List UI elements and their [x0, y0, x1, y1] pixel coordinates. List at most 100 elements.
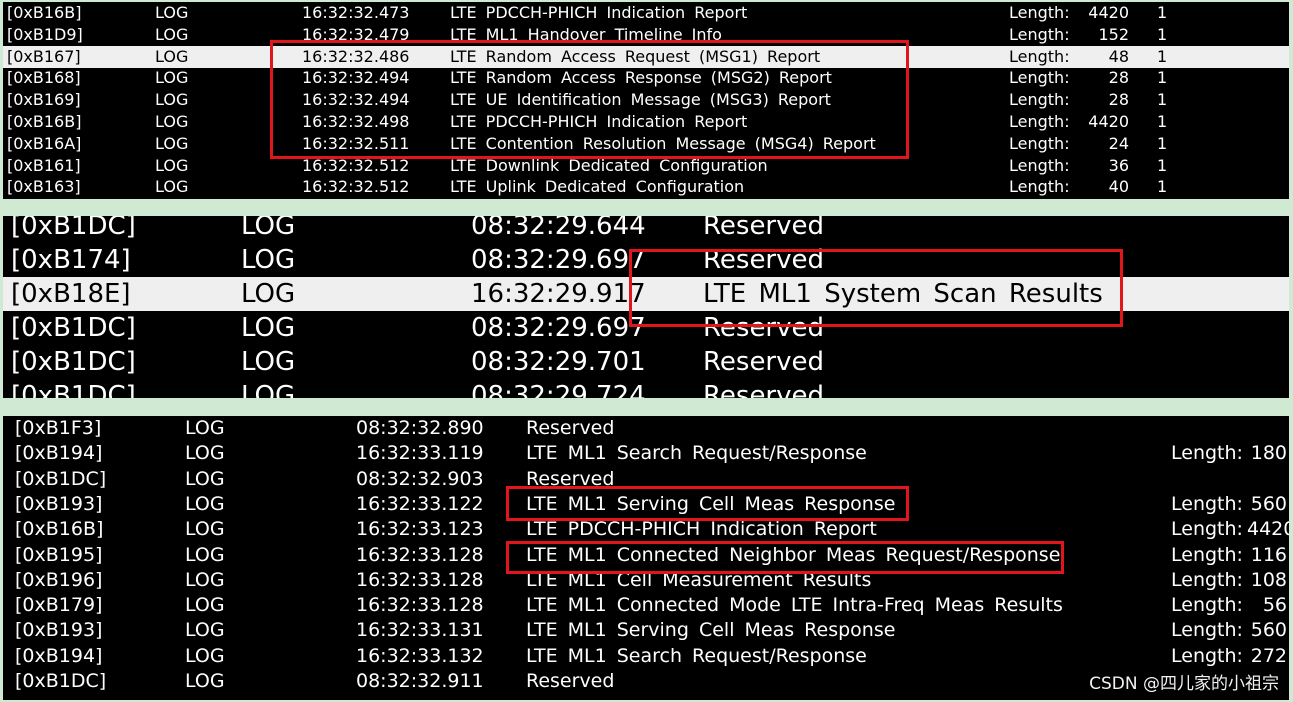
log-row[interactable]: [0xB194] LOG 16:32:33.119 LTE ML1 Search Re…: [3, 441, 1289, 466]
log-description: LTE ML1 Cell Measurement Results: [526, 568, 872, 591]
log-row[interactable]: [0xB1DC] LOG 08:32:29.644 Reserved: [3, 216, 1289, 243]
log-count: 1: [1157, 68, 1168, 88]
log-code: [0xB174]: [11, 245, 131, 275]
screenshot-collage: [0xB16B] LOG 16:32:32.473 LTE PDCCH-PHICH I…: [0, 0, 1293, 702]
log-timestamp: 16:32:32.479: [302, 24, 410, 44]
log-type: LOG: [185, 467, 225, 490]
length-label: Length:: [1171, 594, 1243, 617]
log-code: [0xB16B]: [7, 3, 82, 22]
log-type: LOG: [241, 347, 296, 377]
log-row[interactable]: [0xB174] LOG 08:32:29.697 Reserved: [3, 243, 1289, 277]
length-value: 272: [1250, 644, 1287, 667]
length-value: 116: [1250, 543, 1287, 566]
length-value: 24: [1108, 133, 1129, 153]
log-description: Reserved: [703, 313, 825, 343]
log-type: LOG: [155, 133, 189, 153]
log-description: LTE ML1 System Scan Results: [703, 279, 1103, 309]
log-description: LTE PDCCH-PHICH Indication Report: [450, 112, 748, 131]
log-timestamp: 16:32:33.131: [356, 619, 484, 642]
log-row[interactable]: [0xB167] LOG 16:32:32.486 LTE Random Access…: [3, 45, 1289, 68]
log-row[interactable]: [0xB1DC] LOG 08:32:29.701 Reserved: [3, 345, 1289, 379]
length-label: Length:: [1171, 518, 1243, 541]
log-description: Reserved: [526, 467, 615, 490]
log-description: Reserved: [703, 381, 825, 398]
log-timestamp: 08:32:32.903: [356, 467, 484, 490]
log-type: LOG: [155, 90, 189, 110]
length-value: 4420: [1088, 112, 1129, 131]
log-timestamp: 08:32:29.644: [471, 216, 646, 241]
log-timestamp: 16:32:33.132: [356, 644, 484, 667]
log-row[interactable]: [0xB195] LOG 16:32:33.128 LTE ML1 Connected…: [3, 543, 1289, 568]
log-description: LTE ML1 Search Request/Response: [526, 442, 867, 465]
log-row[interactable]: [0xB1DC] LOG 08:32:29.724 Reserved: [3, 379, 1289, 398]
log-row[interactable]: [0xB179] LOG 16:32:33.128 LTE ML1 Connected…: [3, 593, 1289, 618]
length-label: Length:: [1009, 112, 1070, 131]
log-description: Reserved: [703, 347, 825, 377]
log-code: [0xB169]: [7, 90, 81, 110]
log-code: [0xB179]: [15, 594, 103, 617]
log-code: [0xB194]: [15, 644, 103, 667]
log-code: [0xB168]: [7, 68, 81, 88]
log-code: [0xB16B]: [7, 112, 82, 131]
log-row[interactable]: [0xB196] LOG 16:32:33.128 LTE ML1 Cell Meas…: [3, 568, 1289, 593]
log-type: LOG: [155, 155, 189, 175]
log-description: LTE ML1 Serving Cell Meas Response: [526, 492, 896, 515]
log-description: LTE ML1 Connected Mode LTE Intra-Freq Me…: [526, 594, 1063, 617]
log-count: 1: [1157, 112, 1168, 131]
log-row[interactable]: [0xB1D9] LOG 16:32:32.479 LTE ML1 Handover …: [3, 24, 1289, 46]
log-row[interactable]: [0xB163] LOG 16:32:32.512 LTE Uplink Dedica…: [3, 176, 1289, 198]
log-row[interactable]: [0xB194] LOG 16:32:33.132 LTE ML1 Search Re…: [3, 644, 1289, 669]
log-code: [0xB1DC]: [11, 381, 136, 398]
log-count: 1: [1157, 90, 1168, 110]
log-row[interactable]: [0xB18E] LOG 16:32:29.917 LTE ML1 System Sc…: [3, 277, 1289, 311]
csdn-watermark: CSDN @四儿家的小祖宗: [1089, 674, 1279, 694]
log-type: LOG: [185, 644, 225, 667]
log-timestamp: 16:32:33.123: [356, 518, 484, 541]
log-type: LOG: [185, 619, 225, 642]
log-list-panel-3: [0xB1F3] LOG 08:32:32.890 Reserved [0xB194] L…: [3, 416, 1289, 700]
log-row[interactable]: [0xB1DC] LOG 08:32:29.697 Reserved: [3, 311, 1289, 345]
log-type: LOG: [241, 381, 296, 398]
log-row[interactable]: [0xB161] LOG 16:32:32.512 LTE Downlink Dedi…: [3, 155, 1289, 177]
log-description: LTE Uplink Dedicated Configuration: [450, 177, 745, 197]
log-row[interactable]: [0xB16B] LOG 16:32:33.123 LTE PDCCH-PHICH I…: [3, 517, 1289, 542]
log-row[interactable]: [0xB16B] LOG 16:32:32.473 LTE PDCCH-PHICH I…: [3, 2, 1289, 24]
log-type: LOG: [185, 568, 225, 591]
length-label: Length:: [1171, 644, 1243, 667]
log-type: LOG: [185, 594, 225, 617]
log-timestamp: 16:32:32.473: [302, 3, 410, 22]
log-row[interactable]: [0xB1DC] LOG 08:32:32.903 Reserved: [3, 467, 1289, 492]
length-value: 560: [1250, 619, 1287, 642]
log-row[interactable]: [0xB193] LOG 16:32:33.122 LTE ML1 Serving C…: [3, 492, 1289, 517]
log-type: LOG: [185, 442, 225, 465]
length-value: 152: [1098, 24, 1129, 44]
length-value: 4420: [1247, 518, 1289, 541]
log-list-panel-1: [0xB16B] LOG 16:32:32.473 LTE PDCCH-PHICH I…: [3, 2, 1289, 199]
log-row[interactable]: [0xB193] LOG 16:32:33.131 LTE ML1 Serving C…: [3, 618, 1289, 643]
log-description: Reserved: [703, 216, 825, 241]
length-value: 56: [1262, 594, 1287, 617]
log-row[interactable]: [0xB16B] LOG 16:32:32.498 LTE PDCCH-PHICH I…: [3, 111, 1289, 133]
log-row[interactable]: [0xB1F3] LOG 08:32:32.890 Reserved: [3, 416, 1289, 441]
log-timestamp: 16:32:32.498: [302, 112, 410, 131]
log-row[interactable]: [0xB169] LOG 16:32:32.494 LTE UE Identifica…: [3, 89, 1289, 111]
log-count: 1: [1157, 155, 1168, 175]
log-row[interactable]: [0xB168] LOG 16:32:32.494 LTE Random Access…: [3, 67, 1289, 89]
log-code: [0xB1DC]: [11, 347, 136, 377]
log-type: LOG: [241, 313, 296, 343]
log-type: LOG: [155, 177, 189, 197]
length-label: Length:: [1171, 442, 1243, 465]
log-timestamp: 08:32:32.911: [356, 670, 484, 692]
log-timestamp: 16:32:33.122: [356, 492, 484, 515]
log-description: LTE ML1 Serving Cell Meas Response: [526, 619, 896, 642]
log-count: 1: [1157, 3, 1168, 22]
log-row[interactable]: [0xB16A] LOG 16:32:32.511 LTE Contention Re…: [3, 133, 1289, 155]
length-value: 180: [1250, 442, 1287, 465]
log-code: [0xB1D9]: [7, 24, 83, 44]
length-label: Length:: [1171, 568, 1243, 591]
log-code: [0xB195]: [15, 543, 103, 566]
length-label: Length:: [1171, 619, 1243, 642]
log-code: [0xB1DC]: [15, 467, 107, 490]
log-timestamp: 08:32:29.724: [471, 381, 646, 398]
length-value: 36: [1108, 155, 1129, 175]
